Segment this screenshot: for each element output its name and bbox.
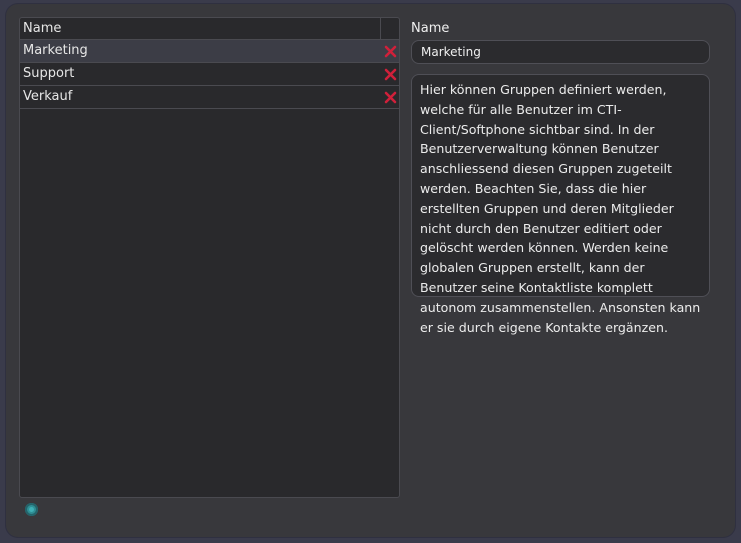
table-header: Name [20,18,399,40]
row-name[interactable]: Verkauf [20,86,381,108]
delete-button[interactable] [381,63,399,85]
delete-button[interactable] [381,86,399,108]
table-row[interactable]: Marketing [20,40,399,63]
column-header-name[interactable]: Name [20,18,381,39]
row-name[interactable]: Marketing [20,40,381,62]
column-header-actions [381,18,399,39]
add-circle-icon[interactable] [25,503,38,516]
groups-window: Name Marketing Support Verkauf Name Mark… [6,4,735,537]
delete-x-icon[interactable] [384,91,397,104]
delete-x-icon[interactable] [384,45,397,58]
description-text: Hier können Gruppen definiert werden, we… [411,74,710,335]
name-field-label: Name [411,21,450,36]
table-row[interactable]: Support [20,63,399,86]
groups-table: Name Marketing Support Verkauf [19,17,400,498]
table-row[interactable]: Verkauf [20,86,399,109]
name-input[interactable] [411,40,710,64]
delete-button[interactable] [381,40,399,62]
delete-x-icon[interactable] [384,68,397,81]
row-name[interactable]: Support [20,63,381,85]
